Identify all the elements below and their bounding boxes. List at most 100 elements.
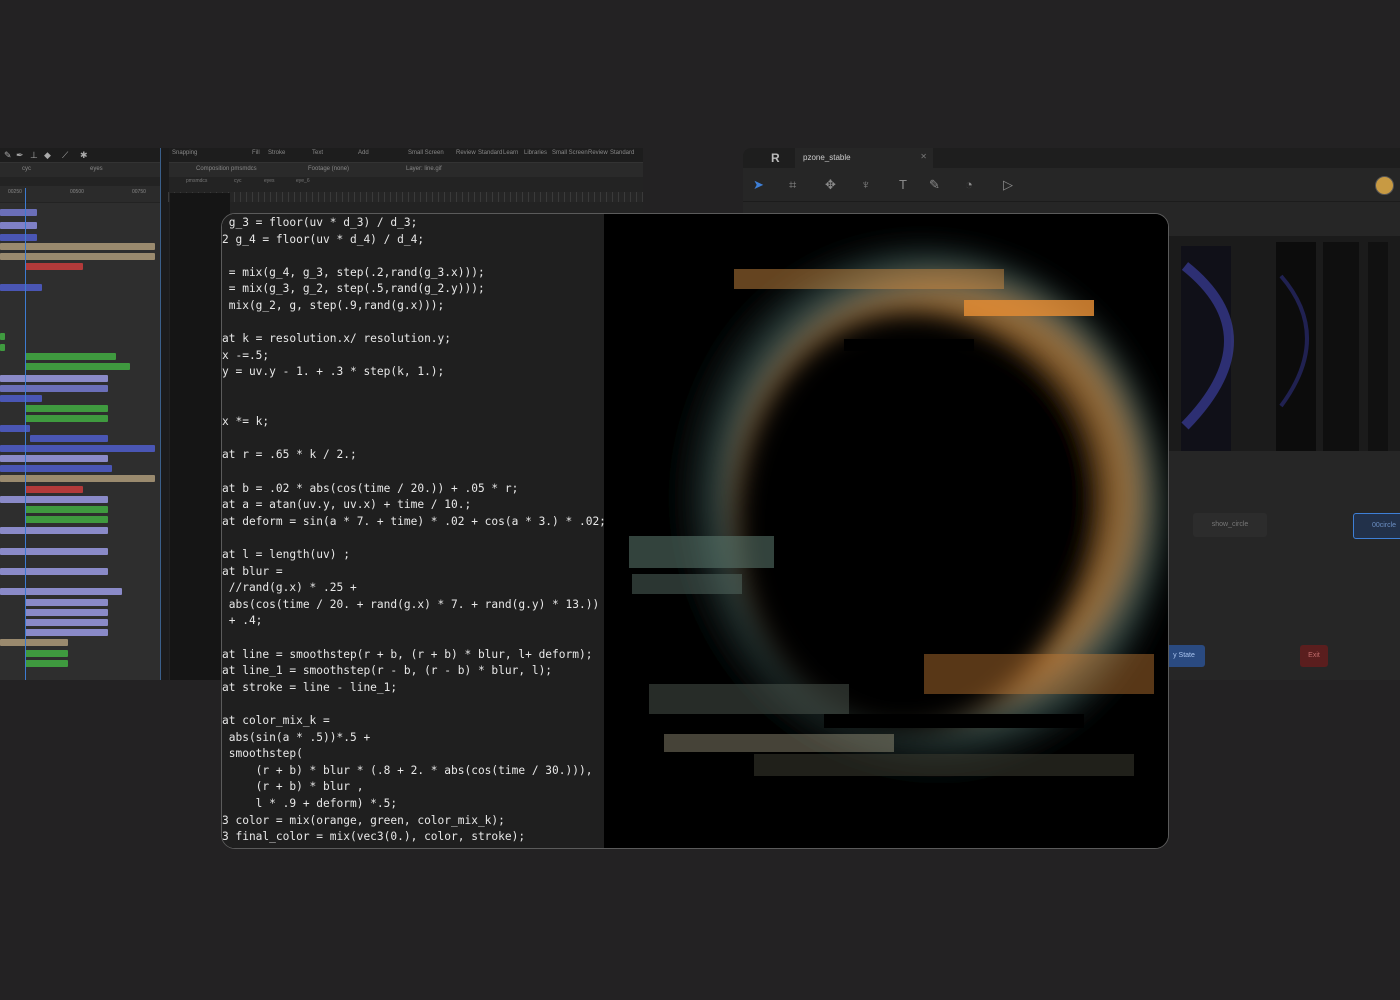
brush-tool-icon[interactable]: ✎ [4,150,12,161]
clip[interactable] [0,395,42,402]
roto-tool-icon[interactable]: ⟋ [62,150,68,161]
code-line[interactable]: (r + b) * blur * (.8 + 2. * abs(cos(time… [222,764,593,777]
clip[interactable] [0,527,108,534]
code-line[interactable]: y = uv.y - 1. + .3 * step(k, 1.); [222,365,444,378]
code-line[interactable]: at blur = [222,565,283,578]
code-line[interactable]: g_3 = floor(uv * d_3) / d_3; [222,216,418,229]
text-tool-icon[interactable]: T [899,177,907,192]
hand-tool-icon[interactable]: ✎ [929,177,940,193]
eraser-tool-icon[interactable]: ◆ [44,150,51,161]
code-line[interactable]: at line = smoothstep(r + b, (r + b) * bl… [222,648,592,661]
code-line[interactable]: at a = atan(uv.y, uv.x) + time / 10.; [222,498,471,511]
panel-divider[interactable] [160,148,169,680]
code-line[interactable]: mix(g_2, g, step(.9,rand(g.x))); [222,299,445,312]
code-line[interactable]: abs(cos(time / 20. + rand(g.x) * 7. + ra… [222,598,599,611]
clip[interactable] [0,253,155,260]
clip[interactable] [0,465,112,472]
code-editor[interactable]: g_3 = floor(uv * d_3) / d_3; 2 g_4 = floo… [222,214,606,848]
code-line[interactable]: l * .9 + deform) *.5; [222,797,397,810]
tab-cyc[interactable]: cyc [22,166,31,172]
menu-libraries[interactable]: Libraries [524,150,547,156]
clip[interactable] [25,415,108,422]
clip[interactable] [25,353,116,360]
menu-review-2[interactable]: Review [588,150,608,156]
code-line[interactable]: at color_mix_k = [222,714,330,727]
code-line[interactable]: at b = .02 * abs(cos(time / 20.)) + .05 … [222,482,518,495]
clip[interactable] [0,385,108,392]
clip[interactable] [0,475,155,482]
code-line[interactable]: x *= k; [222,415,269,428]
clip[interactable] [25,506,108,513]
menu-small-screen[interactable]: Small Screen [408,150,444,156]
clip[interactable] [0,496,108,503]
clip[interactable] [0,455,108,462]
pen-tool-icon[interactable]: ♆ [861,177,871,192]
code-line[interactable]: = mix(g_4, g_3, step(.2,rand(g_3.x))); [222,266,485,279]
select-tool-icon[interactable]: ➤ [753,177,764,193]
subtab-eyes[interactable]: eyes [264,178,275,184]
clip[interactable] [0,375,108,382]
menu-review[interactable]: Review [456,150,476,156]
clip[interactable] [0,333,5,340]
clip[interactable] [25,405,108,412]
pin-tool-icon[interactable]: ✱ [80,150,88,161]
code-line[interactable]: //rand(g.x) * .25 + [222,581,357,594]
code-line[interactable]: (r + b) * blur , [222,780,364,793]
menu-small-screen-2[interactable]: Small Screen [552,150,588,156]
clip[interactable] [25,263,83,270]
code-line[interactable]: smoothstep( [222,747,303,760]
menu-snapping[interactable]: Snapping [172,150,197,156]
clip[interactable] [25,629,108,636]
clip[interactable] [0,344,5,351]
clip[interactable] [25,609,108,616]
clip[interactable] [25,486,83,493]
tab-pzone-stable[interactable]: pzone_stable ✕ [795,148,933,168]
clip[interactable] [0,548,108,555]
subtab-pmsmdcs[interactable]: pmsmdcs [186,178,207,184]
code-line[interactable]: at stroke = line - line_1; [222,681,397,694]
subtab-eye-6[interactable]: eye_6 [296,178,310,184]
tab-footage[interactable]: Footage (none) [308,166,349,172]
clip[interactable] [25,599,108,606]
code-line[interactable]: at r = .65 * k / 2.; [222,448,357,461]
clip[interactable] [0,243,155,250]
code-line[interactable]: at l = length(uv) ; [222,548,350,561]
code-line[interactable]: 3 color = mix(orange, green, color_mix_k… [222,814,505,827]
code-line[interactable]: at k = resolution.x/ resolution.y; [222,332,451,345]
code-line[interactable]: abs(sin(a * .5))*.5 + [222,731,370,744]
menu-learn[interactable]: Learn [503,150,518,156]
playhead[interactable] [25,188,26,680]
code-line[interactable]: 3 final_color = mix(vec3(0.), color, str… [222,830,525,843]
menu-standard[interactable]: Standard [478,150,502,156]
state-button[interactable]: y State [1163,645,1205,667]
clip[interactable] [0,568,108,575]
exit-button[interactable]: Exit [1300,645,1328,667]
move-tool-icon[interactable]: ✥ [825,177,836,193]
code-line[interactable]: at line_1 = smoothstep(r - b, (r - b) * … [222,664,552,677]
clip[interactable] [0,284,42,291]
timer-tool-icon[interactable]: ◔ [965,177,973,192]
clip[interactable] [25,660,68,667]
frame-tool-icon[interactable]: ⌗ [789,177,796,193]
clip[interactable] [0,639,68,646]
pen-tool-icon[interactable]: ✒ [16,150,24,161]
code-line[interactable]: + .4; [222,614,263,627]
clip[interactable] [0,588,122,595]
tab-eyes[interactable]: eyes [90,166,103,172]
code-line[interactable]: at deform = sin(a * 7. + time) * .02 + c… [222,515,606,528]
clip[interactable] [0,234,37,241]
clip[interactable] [0,445,155,452]
time-ruler[interactable]: 00250 00500 00750 [0,186,160,202]
code-line[interactable]: = mix(g_3, g_2, step(.5,rand(g_2.y))); [222,282,485,295]
play-icon[interactable]: ▷ [1003,177,1013,193]
clip[interactable] [25,363,130,370]
node-00circle[interactable]: 00circle [1353,513,1400,539]
avatar[interactable] [1375,176,1394,195]
tab-composition[interactable]: Composition pmsmdcs [196,166,257,172]
tab-layer[interactable]: Layer: line.gif [406,166,442,172]
menu-add[interactable]: Add [358,150,369,156]
clip[interactable] [0,222,37,229]
subtab-cyc[interactable]: cyc [234,178,242,184]
node-show-circle[interactable]: show_circle [1193,513,1267,537]
code-line[interactable]: x -=.5; [222,349,269,362]
